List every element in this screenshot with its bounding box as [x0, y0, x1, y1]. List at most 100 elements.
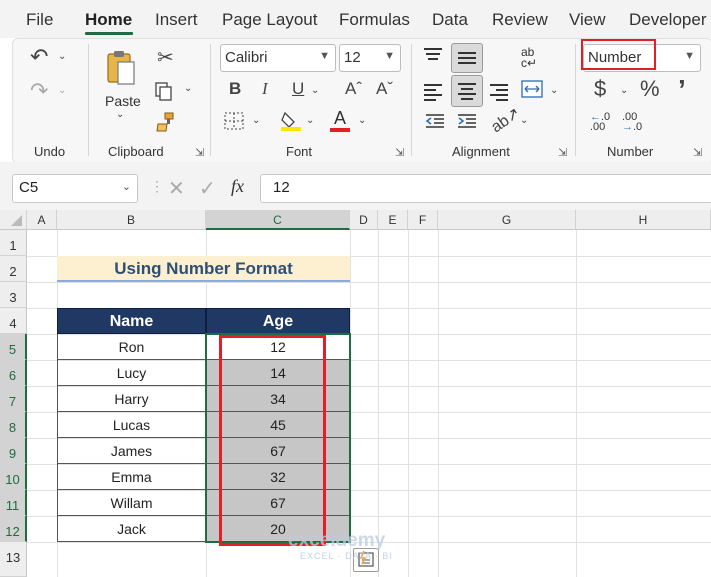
menu-insert[interactable]: Insert: [155, 10, 198, 30]
gridline: [438, 230, 439, 577]
table-cell-name[interactable]: Lucy: [57, 360, 206, 386]
column-header-f[interactable]: F: [408, 210, 438, 230]
row-header-2[interactable]: 2: [0, 256, 27, 282]
align-center-button[interactable]: [451, 75, 483, 107]
menu-developer[interactable]: Developer: [629, 10, 707, 30]
row-header-6[interactable]: 6: [0, 360, 27, 386]
table-header-name[interactable]: Name: [57, 308, 206, 334]
chevron-down-icon[interactable]: ⌄: [58, 52, 66, 62]
table-cell-name[interactable]: Harry: [57, 386, 206, 412]
chevron-down-icon: ⌄: [58, 85, 67, 96]
divider: [575, 44, 576, 156]
underline-button[interactable]: U: [292, 80, 304, 97]
format-painter-icon[interactable]: [155, 112, 175, 132]
decrease-decimal-button[interactable]: .00 →.0: [622, 112, 648, 133]
chevron-down-icon[interactable]: ⌄: [184, 84, 192, 94]
dialog-launcher-icon[interactable]: ⇲: [558, 146, 567, 159]
align-right-icon[interactable]: [490, 84, 508, 101]
decrease-indent-icon[interactable]: [424, 112, 446, 130]
menu-review[interactable]: Review: [492, 10, 548, 30]
font-group-label: Font: [286, 144, 313, 159]
column-header-c[interactable]: C: [206, 210, 350, 230]
chevron-down-icon[interactable]: ⌄: [520, 116, 528, 126]
age-values-highlight: [219, 335, 326, 546]
sheet-title[interactable]: Using Number Format: [57, 256, 350, 282]
active-tab-indicator: [85, 32, 133, 35]
chevron-down-icon[interactable]: ⌄: [252, 116, 260, 126]
chevron-down-icon[interactable]: ⌄: [116, 110, 124, 120]
dialog-launcher-icon[interactable]: ⇲: [195, 146, 204, 159]
row-header-3[interactable]: 3: [0, 282, 27, 308]
formula-value: 12: [273, 179, 290, 196]
paste-icon[interactable]: [106, 48, 136, 86]
menu-data[interactable]: Data: [432, 10, 468, 30]
increase-indent-icon[interactable]: [456, 112, 478, 130]
row-header-7[interactable]: 7: [0, 386, 27, 412]
wrap-text-icon[interactable]: ab c↵: [521, 46, 537, 69]
chevron-down-icon[interactable]: ⌄: [550, 86, 558, 96]
row-header-5[interactable]: 5: [0, 334, 27, 360]
dialog-launcher-icon[interactable]: ⇲: [395, 146, 404, 159]
paste-button[interactable]: Paste: [105, 93, 141, 109]
table-header-age[interactable]: Age: [206, 308, 350, 334]
insert-function-button[interactable]: fx: [231, 176, 244, 197]
font-size-select[interactable]: 12 ▼: [339, 44, 401, 72]
table-cell-name[interactable]: James: [57, 438, 206, 464]
column-header-e[interactable]: E: [378, 210, 408, 230]
table-cell-name[interactable]: Willam: [57, 490, 206, 516]
table-cell-name[interactable]: Jack: [57, 516, 206, 542]
percent-button[interactable]: %: [640, 78, 660, 100]
merge-center-icon[interactable]: [521, 80, 543, 98]
align-top-icon[interactable]: [424, 48, 442, 60]
row-header-1[interactable]: 1: [0, 230, 27, 256]
formula-input[interactable]: 12: [260, 174, 711, 203]
comma-style-button[interactable]: ’: [678, 76, 686, 104]
font-color-icon[interactable]: A: [330, 108, 350, 132]
column-header-b[interactable]: B: [57, 210, 206, 230]
fill-color-icon[interactable]: [280, 110, 302, 132]
menu-formulas[interactable]: Formulas: [339, 10, 410, 30]
row-header-10[interactable]: 10: [0, 464, 27, 490]
row-header-11[interactable]: 11: [0, 490, 27, 516]
number-group-label: Number: [607, 144, 654, 159]
divider: [210, 44, 211, 156]
menu-view[interactable]: View: [569, 10, 606, 30]
name-box-value: C5: [19, 179, 39, 196]
select-all-corner[interactable]: [0, 210, 27, 230]
align-left-icon[interactable]: [424, 84, 442, 101]
increase-font-size-icon[interactable]: Aˆ: [345, 80, 362, 97]
decrease-font-size-icon[interactable]: Aˇ: [376, 80, 393, 97]
align-middle-button[interactable]: [451, 43, 483, 73]
table-cell-name[interactable]: Lucas: [57, 412, 206, 438]
row-header-8[interactable]: 8: [0, 412, 27, 438]
chevron-down-icon[interactable]: ⌄: [311, 86, 319, 96]
currency-button[interactable]: $: [594, 78, 606, 100]
column-header-d[interactable]: D: [350, 210, 378, 230]
row-header-4[interactable]: 4: [0, 308, 27, 334]
table-cell-name[interactable]: Emma: [57, 464, 206, 490]
table-cell-name[interactable]: Ron: [57, 334, 206, 360]
name-box[interactable]: C5 ⌄: [12, 174, 138, 203]
undo-icon[interactable]: ↶: [30, 46, 48, 68]
column-header-a[interactable]: A: [27, 210, 57, 230]
dialog-launcher-icon[interactable]: ⇲: [693, 146, 702, 159]
cut-icon[interactable]: ✂: [157, 48, 174, 68]
increase-decimal-button[interactable]: ←.0.00: [590, 112, 616, 133]
borders-icon[interactable]: [224, 112, 244, 130]
row-header-9[interactable]: 9: [0, 438, 27, 464]
chevron-down-icon: ▼: [384, 50, 395, 62]
row-header-12[interactable]: 12: [0, 516, 27, 542]
italic-button[interactable]: I: [262, 80, 268, 97]
menu-home[interactable]: Home: [85, 10, 132, 30]
menu-file[interactable]: File: [26, 10, 53, 30]
menu-page-layout[interactable]: Page Layout: [222, 10, 317, 30]
font-name-select[interactable]: Calibri ▼: [220, 44, 336, 72]
chevron-down-icon[interactable]: ⌄: [620, 86, 628, 96]
column-header-h[interactable]: H: [576, 210, 711, 230]
copy-icon[interactable]: [155, 82, 172, 101]
chevron-down-icon[interactable]: ⌄: [306, 116, 314, 126]
chevron-down-icon[interactable]: ⌄: [358, 116, 366, 126]
bold-button[interactable]: B: [229, 80, 241, 97]
column-header-g[interactable]: G: [438, 210, 576, 230]
row-header-13[interactable]: 13: [0, 542, 27, 577]
